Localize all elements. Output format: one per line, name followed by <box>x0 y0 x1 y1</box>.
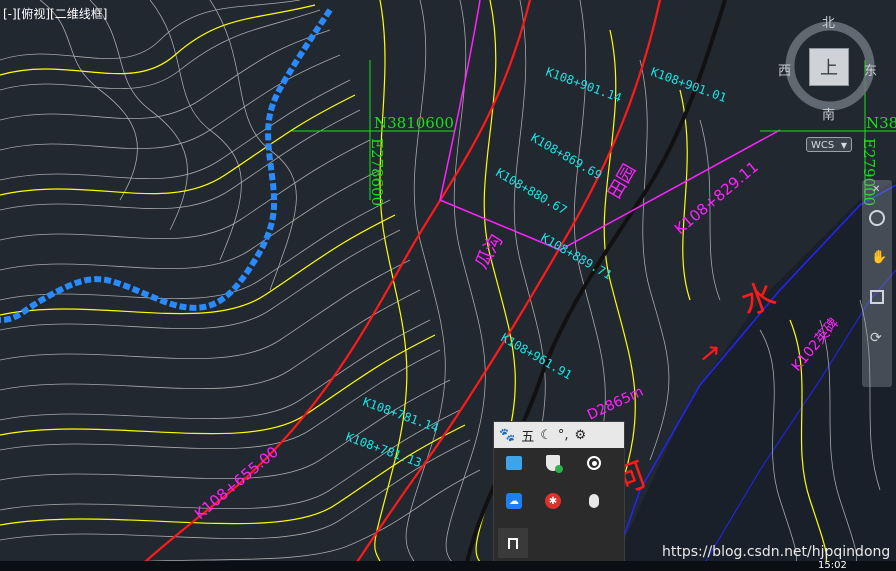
station-label: K108+880.67 <box>494 165 570 217</box>
wcs-label: WCS <box>811 140 835 151</box>
compass-west[interactable]: 西 <box>778 60 791 79</box>
stream-line <box>0 8 333 323</box>
ime-punct-icon[interactable]: °, <box>558 428 569 443</box>
grid-label-north1: N3810600 <box>374 114 454 132</box>
station-label: K108+869.69 <box>529 130 605 182</box>
compass-south[interactable]: 南 <box>822 104 835 123</box>
viewcube-compass[interactable]: 北 南 东 西 上 <box>778 8 880 123</box>
steering-wheel-icon[interactable] <box>869 210 885 226</box>
chevron-down-icon: ▼ <box>840 141 847 150</box>
magenta-label-a: 瓜沟 <box>471 231 507 273</box>
magenta-label-c: K108+829.11 <box>671 158 762 238</box>
taskbar <box>0 561 896 571</box>
cad-drawing-canvas[interactable]: N3810600 E278600 N383 E279000 水 河 → 瓜沟 田… <box>0 0 896 571</box>
viewcube-top-face[interactable]: 上 <box>809 48 849 86</box>
station-label: K108+961.91 <box>499 330 575 382</box>
taskview-icon[interactable] <box>498 528 528 558</box>
wcs-menu-button[interactable]: WCS ▼ <box>806 137 852 152</box>
compass-east[interactable]: 东 <box>864 60 877 79</box>
station-label: K108+901.01 <box>649 65 728 105</box>
orbit-icon[interactable]: ⟳ <box>870 330 882 346</box>
navbar-close-icon[interactable]: ✕ <box>872 184 880 195</box>
magenta-label-f: D2865m <box>585 384 646 424</box>
taskbar-clock[interactable]: 15:02 <box>818 561 847 571</box>
station-label: K108+901.14 <box>544 65 623 105</box>
ime-moon-icon[interactable]: ☾ <box>540 428 552 443</box>
netease-icon[interactable]: ✱ <box>542 490 564 512</box>
station-label: K108+781.14 <box>361 395 440 435</box>
navigation-bar[interactable]: ✕ ✋ ⟳ <box>862 180 892 387</box>
security-shield-icon[interactable] <box>542 452 564 474</box>
pan-hand-icon[interactable]: ✋ <box>871 250 887 265</box>
compass-north[interactable]: 北 <box>822 12 835 31</box>
grid-label-east1: E278600 <box>368 138 386 206</box>
ime-settings-gear-icon[interactable]: ⚙ <box>575 428 587 443</box>
viewcube-top-label: 上 <box>820 58 838 79</box>
river-water <box>610 180 896 571</box>
zoom-extents-icon[interactable] <box>870 290 884 304</box>
dingtalk-icon[interactable] <box>503 452 525 474</box>
cloud-icon[interactable]: ☁ <box>503 490 525 512</box>
ime-mode-wubi[interactable]: 五 <box>521 426 534 445</box>
tray-overflow-popup: 🐾 五 ☾ °, ⚙ ☁ ✱ <box>493 421 625 563</box>
blog-watermark: https://blog.csdn.net/hjpqindong <box>662 544 891 560</box>
magenta-label-e: K108+655.00 <box>191 443 282 523</box>
ime-paw-icon[interactable]: 🐾 <box>499 428 515 443</box>
viewport-controls-label[interactable]: [-][俯视][二维线框] <box>3 5 107 22</box>
record-icon[interactable] <box>583 452 605 474</box>
ime-toolbar[interactable]: 🐾 五 ☾ °, ⚙ <box>494 422 624 448</box>
mouse-icon[interactable] <box>583 490 605 512</box>
